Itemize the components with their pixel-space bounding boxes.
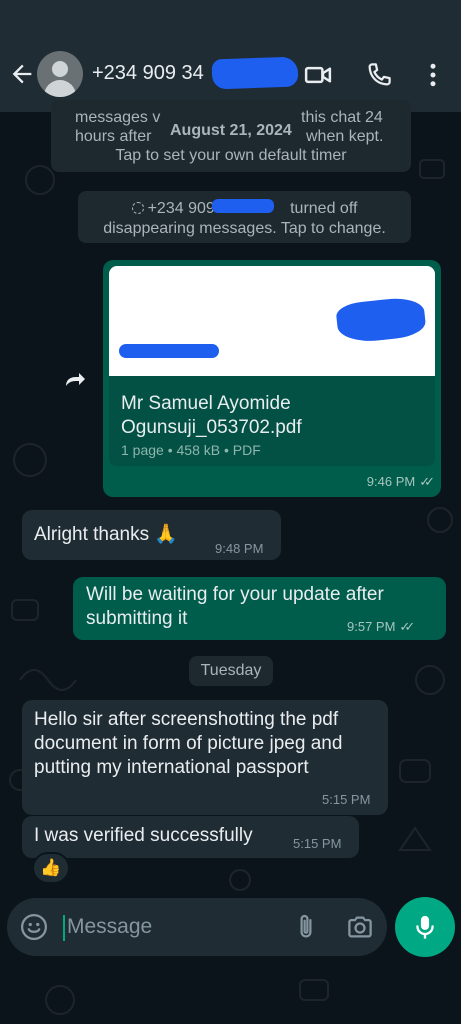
camera-icon[interactable]: [345, 912, 375, 942]
redaction-mark: [119, 344, 219, 358]
text-caret: [63, 915, 65, 941]
mic-icon: [416, 915, 434, 939]
document-file-name: Mr Samuel Ayomide Ogunsuji_053702.pdf: [121, 393, 302, 438]
redaction-mark: [211, 56, 299, 90]
incoming-message[interactable]: Alright thanks 🙏 9:48 PM: [22, 510, 281, 560]
message-text: I was verified successfully: [34, 825, 253, 846]
notice-text: turned off: [290, 200, 358, 217]
redaction-mark: [212, 199, 274, 213]
notice-text: this chat 24: [301, 109, 383, 126]
notice-text: messages v: [75, 109, 161, 126]
message-time: 9:46 PM ✓✓: [366, 474, 435, 490]
thumbs-up-reaction[interactable]: 👍: [32, 852, 70, 884]
notice-text: hours after: [75, 128, 152, 145]
document-info[interactable]: Mr Samuel Ayomide Ogunsuji_053702.pdf 1 …: [109, 376, 435, 466]
mic-button[interactable]: [395, 897, 455, 957]
message-time: 5:15 PM: [293, 836, 342, 851]
timer-icon: [131, 202, 144, 214]
notice-text: when kept.: [306, 128, 384, 145]
voice-call-icon[interactable]: [364, 60, 394, 90]
day-chip: Tuesday: [189, 656, 273, 686]
outgoing-message[interactable]: Will be waiting for your update after su…: [73, 577, 446, 640]
avatar[interactable]: [37, 51, 83, 97]
redaction-mark: [335, 295, 427, 345]
notice-text: disappearing messages. Tap to change.: [103, 220, 386, 237]
back-arrow-icon[interactable]: [8, 60, 36, 88]
message-time: 9:48 PM: [215, 541, 264, 556]
chat-screen: +234 909 34 messages v this chat 24 hour…: [0, 0, 461, 1024]
attach-icon[interactable]: [291, 912, 321, 942]
video-call-icon[interactable]: [303, 60, 333, 90]
time-text: 9:57 PM: [347, 619, 396, 634]
message-text: Alright thanks 🙏: [34, 524, 179, 545]
avatar-head-shape: [52, 61, 68, 77]
incoming-message[interactable]: Hello sir after screenshotting the pdf d…: [22, 700, 388, 815]
notice-text: Tap to set your own default timer: [115, 147, 347, 164]
emoji-icon[interactable]: [19, 912, 49, 942]
message-text: Hello sir after screenshotting the pdf d…: [34, 709, 343, 778]
document-meta: 1 page • 458 kB • PDF: [121, 442, 261, 458]
incoming-message[interactable]: I was verified successfully 5:15 PM: [22, 816, 359, 858]
message-time: 9:57 PM ✓✓: [347, 619, 415, 635]
message-time: 5:15 PM: [322, 792, 371, 807]
forward-icon[interactable]: [60, 366, 88, 394]
avatar-body-shape: [44, 80, 76, 97]
message-input[interactable]: [67, 911, 287, 943]
document-message[interactable]: Mr Samuel Ayomide Ogunsuji_053702.pdf 1 …: [103, 260, 441, 497]
contact-name[interactable]: +234 909 34: [92, 62, 204, 85]
message-composer: [7, 898, 387, 956]
chat-header: +234 909 34: [0, 0, 461, 112]
read-ticks-icon: ✓✓: [399, 619, 415, 634]
time-text: 9:46 PM: [366, 474, 416, 489]
document-preview[interactable]: [109, 266, 435, 376]
date-chip: August 21, 2024: [160, 116, 302, 146]
status-bar: [0, 0, 461, 38]
read-ticks-icon: ✓✓: [419, 474, 435, 489]
more-options-icon[interactable]: [418, 60, 448, 90]
disappearing-off-notice[interactable]: +234 909 3 turned off disappearing messag…: [78, 191, 411, 243]
